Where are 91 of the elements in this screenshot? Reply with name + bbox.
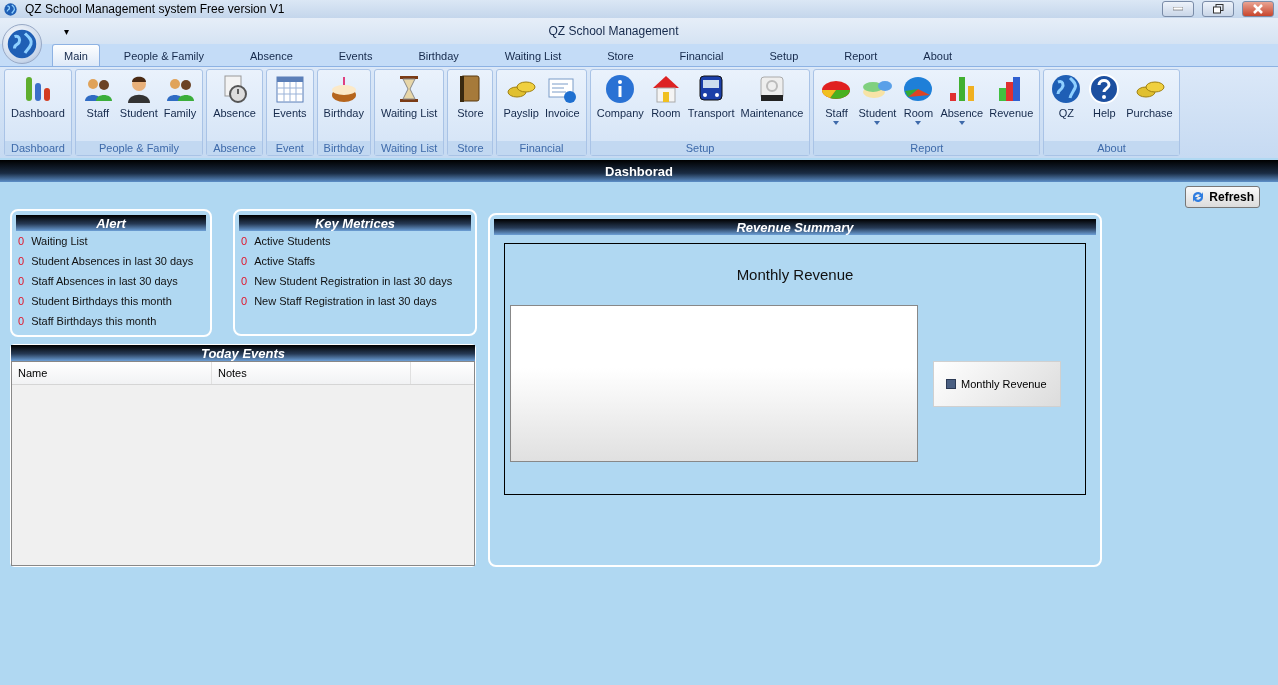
metric-count: 0 (241, 255, 248, 267)
ribbon-button[interactable]: Dashboard (9, 70, 67, 141)
ribbon-tab[interactable]: About (901, 45, 975, 66)
chart-title: Monthly Revenue (736, 266, 854, 283)
ribbon-button[interactable]: Student (117, 70, 160, 141)
globe-icon (7, 29, 37, 59)
ribbon-button[interactable]: Student (856, 70, 899, 141)
ribbon-button[interactable]: Transport (685, 70, 737, 141)
page-title: Dashborad (605, 163, 673, 179)
metric-count: 0 (18, 295, 25, 307)
ribbon-button[interactable]: Staff (818, 70, 855, 141)
ribbon-button[interactable]: Absence (211, 70, 258, 141)
metric-label: Student Birthdays this month (31, 295, 172, 307)
ribbon-button[interactable]: Purchase (1124, 70, 1175, 141)
minimize-button[interactable] (1162, 1, 1194, 17)
group-label: People & Family (75, 141, 203, 155)
metric-label: New Student Registration in last 30 days (254, 275, 453, 287)
ribbon-button[interactable]: Maintenance (738, 70, 806, 141)
panel-title: Today Events (200, 345, 285, 361)
application-menu-button[interactable] (2, 24, 42, 64)
ribbon-button[interactable]: Revenue (987, 70, 1036, 141)
group-label: Absence (207, 141, 262, 155)
ribbon-tab[interactable]: Setup (747, 45, 821, 66)
ribbon-button[interactable]: Room (900, 70, 937, 141)
metric-label: Active Staffs (254, 255, 316, 267)
ribbon-button[interactable]: Room (647, 70, 684, 141)
ribbon-tab[interactable]: Waiting List (482, 45, 584, 66)
ribbon-tab[interactable]: Financial (657, 45, 746, 66)
ribbon-button[interactable]: Absence (938, 70, 986, 141)
panel-title: Revenue Summary (736, 219, 854, 235)
calendar-icon (273, 73, 306, 105)
ribbon-button[interactable]: Payslip (501, 70, 541, 141)
panel-title: Alert (96, 215, 126, 231)
close-button[interactable] (1242, 1, 1274, 17)
close-icon (1253, 4, 1263, 14)
group-label: Waiting List (374, 141, 444, 155)
metric-label: New Staff Registration in last 30 days (254, 295, 437, 307)
ribbon-button[interactable]: Birthday (321, 70, 366, 141)
restore-icon (1212, 4, 1224, 14)
metric-count: 0 (18, 275, 25, 287)
metric-label: Staff Absences in last 30 days (31, 275, 178, 287)
quick-access-menu[interactable]: ▾ (64, 25, 69, 37)
group-label: Birthday (317, 141, 370, 155)
group-label: Store (448, 141, 493, 155)
ribbon-button[interactable]: Store (452, 70, 489, 141)
metric-label: Waiting List (31, 235, 88, 247)
globe-icon (1050, 73, 1083, 105)
info-icon (604, 73, 637, 105)
ribbon-tab[interactable]: Store (585, 45, 656, 66)
group-label: Dashboard (5, 141, 71, 155)
ribbon-button[interactable]: QZ (1048, 70, 1085, 141)
metric-label: Student Absences in last 30 days (31, 255, 194, 267)
minimize-icon (1173, 7, 1183, 11)
ribbon-tab[interactable]: Main (52, 44, 100, 66)
column-header[interactable]: Name (12, 362, 212, 384)
panel-title: Key Metrices (314, 215, 396, 231)
metric-count: 0 (18, 255, 25, 267)
legend-label: Monthly Revenue (961, 377, 1047, 390)
refresh-icon (1191, 190, 1206, 204)
ribbon-button[interactable]: Invoice (542, 70, 582, 141)
column-header[interactable]: Notes (212, 362, 411, 384)
metric-label: Active Students (254, 235, 331, 247)
metric-count: 0 (241, 275, 248, 287)
group-label: Setup (590, 141, 810, 155)
ribbon-button[interactable]: Family (161, 70, 199, 141)
ribbon-tab[interactable]: Events (316, 45, 395, 66)
ribbon-tab[interactable]: Report (822, 45, 900, 66)
app-title: QZ School Management (547, 24, 680, 38)
ribbon-button[interactable]: Help (1086, 70, 1123, 141)
refresh-button[interactable]: Refresh (1185, 186, 1260, 208)
ribbon-button[interactable]: Events (270, 70, 309, 141)
group-label: Event (266, 141, 313, 155)
legend-swatch (946, 378, 956, 389)
ribbon-tab[interactable]: People & Family (101, 45, 226, 66)
metric-count: 0 (241, 235, 248, 247)
group-label: Report (814, 141, 1040, 155)
help-icon (1088, 73, 1121, 105)
ribbon-tab[interactable]: Birthday (396, 45, 481, 66)
group-label: Financial (497, 141, 586, 155)
ribbon-button[interactable]: Waiting List (378, 70, 440, 141)
metric-count: 0 (18, 235, 25, 247)
ribbon-tab[interactable]: Absence (227, 45, 315, 66)
group-label: About (1044, 141, 1179, 155)
metric-count: 0 (18, 315, 25, 327)
app-icon (4, 2, 17, 16)
ribbon-button[interactable]: Company (594, 70, 646, 141)
restore-button[interactable] (1202, 1, 1234, 17)
metric-label: Staff Birthdays this month (31, 315, 157, 327)
metric-count: 0 (241, 295, 248, 307)
window-title: QZ School Management system Free version V1 (25, 2, 286, 16)
ribbon-button[interactable]: Staff (79, 70, 116, 141)
